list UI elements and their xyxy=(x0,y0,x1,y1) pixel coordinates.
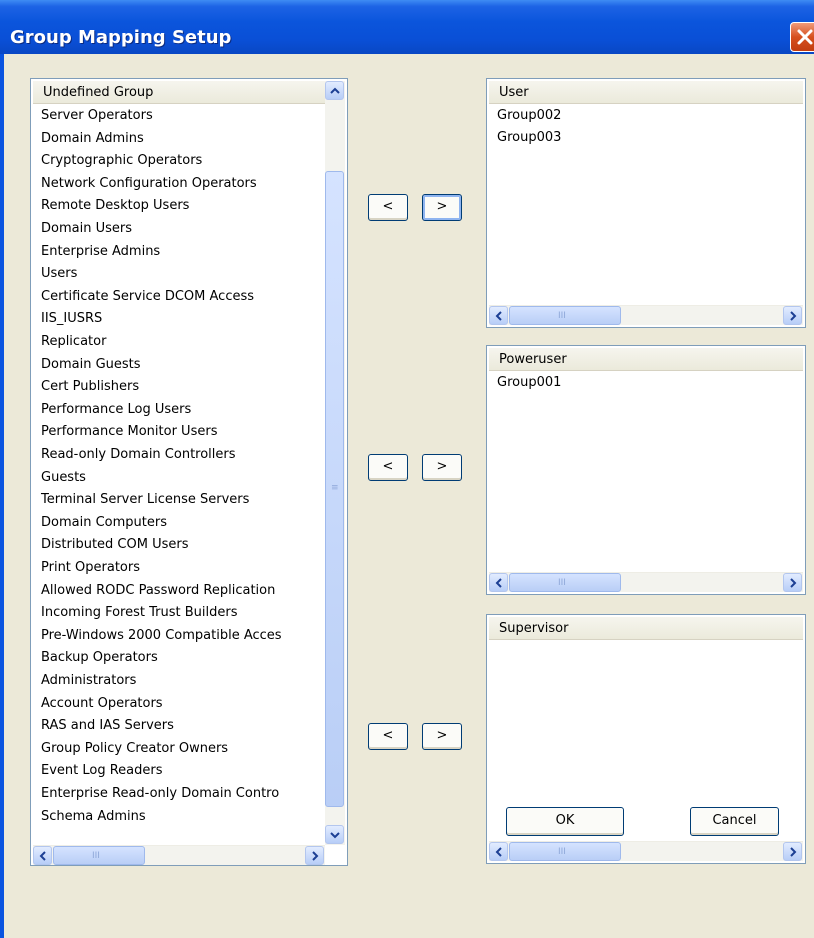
list-item[interactable]: Read-only Domain Controllers xyxy=(41,444,236,466)
scroll-left-button[interactable] xyxy=(489,842,508,861)
list-item[interactable]: Distributed COM Users xyxy=(41,534,188,556)
chevron-right-icon xyxy=(790,311,797,321)
list-item[interactable]: Remote Desktop Users xyxy=(41,195,189,217)
undefined-vertical-scrollbar[interactable]: ≡ xyxy=(325,81,345,845)
scroll-right-button[interactable] xyxy=(305,846,324,865)
dialog-window: Group Mapping Setup Undefined Group Serv… xyxy=(0,0,814,938)
list-item[interactable]: Performance Monitor Users xyxy=(41,421,217,443)
vertical-scroll-thumb[interactable]: ≡ xyxy=(325,171,344,807)
chevron-left-icon xyxy=(495,847,502,857)
user-group-list[interactable]: User Group002 Group003 III xyxy=(486,78,806,328)
thumb-grip: III xyxy=(92,851,100,861)
scroll-right-button[interactable] xyxy=(783,573,802,592)
list-item[interactable]: Group003 xyxy=(497,127,561,149)
list-item[interactable]: Schema Admins xyxy=(41,806,146,828)
dialog-body: Undefined Group Server Operators Domain A… xyxy=(4,54,814,938)
window-title: Group Mapping Setup xyxy=(10,27,232,48)
chevron-left-icon xyxy=(495,578,502,588)
thumb-grip: ≡ xyxy=(331,483,339,493)
thumb-grip: III xyxy=(558,847,566,857)
horizontal-scroll-thumb[interactable]: III xyxy=(509,306,621,325)
undefined-horizontal-scrollbar[interactable]: III xyxy=(33,845,325,865)
chevron-down-icon xyxy=(330,832,340,839)
list-item[interactable]: Group Policy Creator Owners xyxy=(41,738,228,760)
list-item[interactable]: Group002 xyxy=(497,105,561,127)
list-item[interactable]: Server Operators xyxy=(41,105,153,127)
close-icon xyxy=(797,29,813,45)
list-item[interactable]: Backup Operators xyxy=(41,647,158,669)
list-item[interactable]: Administrators xyxy=(41,670,136,692)
undefined-group-list[interactable]: Undefined Group Server Operators Domain A… xyxy=(30,78,348,866)
list-item[interactable]: Pre-Windows 2000 Compatible Acces xyxy=(41,625,282,647)
list-item[interactable]: Domain Users xyxy=(41,218,132,240)
list-item[interactable]: Certificate Service DCOM Access xyxy=(41,286,254,308)
chevron-right-icon xyxy=(790,847,797,857)
chevron-left-icon xyxy=(39,851,46,861)
move-right-button-poweruser[interactable]: > xyxy=(422,454,462,481)
undefined-group-header: Undefined Group xyxy=(33,81,325,104)
list-item[interactable]: Incoming Forest Trust Builders xyxy=(41,602,237,624)
list-item[interactable]: Domain Admins xyxy=(41,128,144,150)
list-item[interactable]: Network Configuration Operators xyxy=(41,173,257,195)
list-item[interactable]: Cryptographic Operators xyxy=(41,150,202,172)
list-item[interactable]: Terminal Server License Servers xyxy=(41,489,249,511)
chevron-right-icon xyxy=(790,578,797,588)
list-item[interactable]: Enterprise Admins xyxy=(41,241,160,263)
poweruser-list-header: Poweruser xyxy=(489,348,803,371)
list-item[interactable]: Print Operators xyxy=(41,557,140,579)
scroll-down-button[interactable] xyxy=(325,825,344,844)
list-item[interactable]: Users xyxy=(41,263,77,285)
supervisor-list-header: Supervisor xyxy=(489,617,803,640)
cancel-button[interactable]: Cancel xyxy=(690,807,779,836)
chevron-left-icon xyxy=(495,311,502,321)
scroll-left-button[interactable] xyxy=(489,306,508,325)
list-item[interactable]: Replicator xyxy=(41,331,106,353)
thumb-grip: III xyxy=(558,311,566,321)
list-item[interactable]: Domain Guests xyxy=(41,354,141,376)
scroll-up-button[interactable] xyxy=(325,81,344,100)
thumb-grip: III xyxy=(558,578,566,588)
chevron-up-icon xyxy=(330,87,340,94)
list-item[interactable]: RAS and IAS Servers xyxy=(41,715,174,737)
scroll-left-button[interactable] xyxy=(489,573,508,592)
list-item[interactable]: Cert Publishers xyxy=(41,376,139,398)
scroll-right-button[interactable] xyxy=(783,842,802,861)
list-item[interactable]: Enterprise Read-only Domain Contro xyxy=(41,783,279,805)
scroll-right-button[interactable] xyxy=(783,306,802,325)
title-bar[interactable]: Group Mapping Setup xyxy=(0,0,814,54)
user-list-header: User xyxy=(489,81,803,104)
horizontal-scroll-thumb[interactable]: III xyxy=(53,846,145,865)
chevron-right-icon xyxy=(312,851,319,861)
user-horizontal-scrollbar[interactable]: III xyxy=(489,305,803,325)
poweruser-group-list[interactable]: Poweruser Group001 III xyxy=(486,345,806,595)
move-left-button-poweruser[interactable]: < xyxy=(368,454,408,481)
list-item[interactable]: IIS_IUSRS xyxy=(41,308,102,330)
horizontal-scroll-thumb[interactable]: III xyxy=(509,842,621,861)
close-button[interactable] xyxy=(790,22,814,52)
list-item[interactable]: Allowed RODC Password Replication xyxy=(41,580,275,602)
list-item[interactable]: Performance Log Users xyxy=(41,399,191,421)
list-item[interactable]: Domain Computers xyxy=(41,512,167,534)
move-right-button-supervisor[interactable]: > xyxy=(422,723,462,750)
horizontal-scroll-thumb[interactable]: III xyxy=(509,573,621,592)
supervisor-horizontal-scrollbar[interactable]: III xyxy=(489,841,803,861)
list-item[interactable]: Event Log Readers xyxy=(41,760,163,782)
move-left-button-supervisor[interactable]: < xyxy=(368,723,408,750)
scroll-left-button[interactable] xyxy=(33,846,52,865)
move-left-button-user[interactable]: < xyxy=(368,194,408,221)
list-item[interactable]: Group001 xyxy=(497,372,561,394)
move-right-button-user[interactable]: > xyxy=(422,194,462,221)
ok-button[interactable]: OK xyxy=(506,807,624,836)
list-item[interactable]: Guests xyxy=(41,467,86,489)
poweruser-horizontal-scrollbar[interactable]: III xyxy=(489,572,803,592)
list-item[interactable]: Account Operators xyxy=(41,693,163,715)
